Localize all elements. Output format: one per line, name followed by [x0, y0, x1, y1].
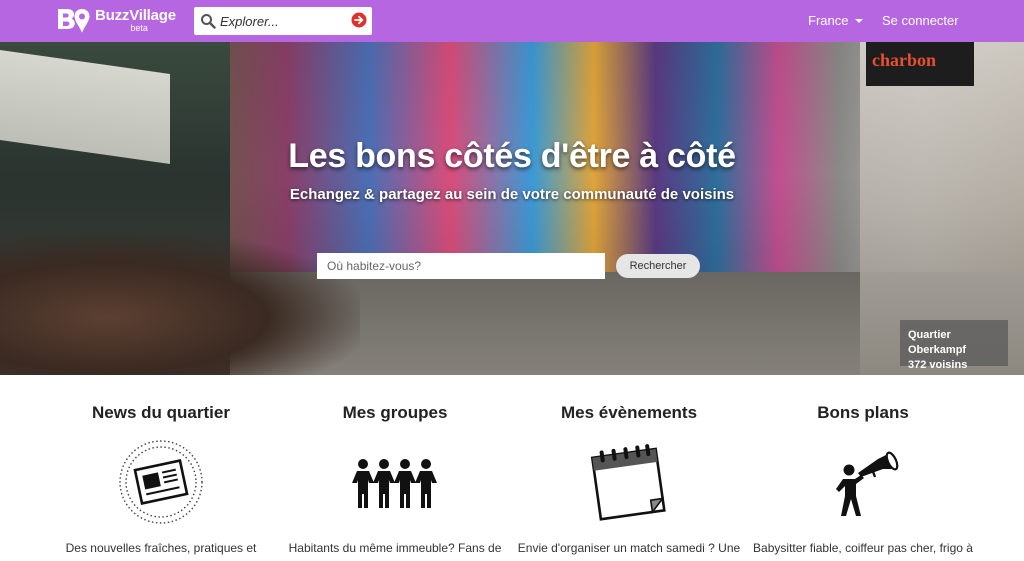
country-label: France — [808, 13, 849, 28]
hero-crowd-backdrop — [0, 232, 360, 375]
feature-deals[interactable]: Bons plans Babysitter fiable, coiffeur p… — [746, 375, 980, 561]
login-link[interactable]: Se connecter — [882, 13, 959, 28]
feature-title: Mes groupes — [342, 403, 448, 422]
hero-shop-sign-text: charbon — [872, 50, 937, 70]
feature-description: Des nouvelles fraîches, pratiques et — [65, 541, 257, 555]
feature-title: Bons plans — [817, 403, 909, 422]
brand-name: BuzzVillage — [95, 7, 176, 24]
feature-description: Babysitter fiable, coiffeur pas cher, fr… — [753, 541, 973, 555]
features-section: News du quartier Des nouvelles fraîches,… — [0, 375, 1024, 561]
feature-groups[interactable]: Mes groupes Habitants du même immeuble? … — [278, 375, 512, 561]
search-address-button[interactable]: Rechercher — [616, 254, 700, 278]
people-chain-icon — [352, 459, 437, 508]
neighborhood-name: Quartier Oberkampf — [908, 329, 967, 356]
megaphone-person-icon — [836, 451, 899, 516]
address-input[interactable] — [317, 253, 605, 279]
feature-title: Mes évènements — [560, 403, 698, 422]
buzzvillage-logo-icon — [58, 9, 90, 33]
hero-banner: charbon Les bons côtés d'être à côté Ech… — [0, 42, 1024, 375]
country-dropdown[interactable]: France — [808, 13, 864, 28]
brand-badge: beta — [130, 23, 148, 33]
hero-title: Les bons côtés d'être à côté — [288, 137, 736, 175]
feature-title: News du quartier — [92, 403, 230, 422]
brand-logo[interactable]: BuzzVillage beta — [56, 7, 176, 35]
explore-search-box[interactable] — [194, 7, 372, 35]
feature-description: Habitants du même immeuble? Fans de — [288, 541, 502, 555]
hero-subtitle: Echangez & partagez au sein de votre com… — [289, 186, 735, 203]
neighbors-count: 372 voisins — [908, 359, 968, 371]
explore-search-input[interactable] — [220, 11, 340, 31]
newspaper-icon — [119, 440, 203, 524]
search-submit-arrow-icon[interactable] — [351, 12, 367, 28]
feature-news[interactable]: News du quartier Des nouvelles fraîches,… — [44, 375, 278, 561]
top-navbar: BuzzVillage beta France Se connecter — [0, 0, 1024, 42]
neighborhood-badge: Quartier Oberkampf 372 voisins — [900, 320, 1008, 371]
feature-events[interactable]: Mes évènements Envie d'organiser un matc… — [512, 375, 746, 561]
brand-text: BuzzVillage beta — [95, 7, 176, 33]
chevron-down-icon — [855, 19, 864, 23]
feature-description: Envie d'organiser un match samedi ? Une — [517, 541, 741, 555]
calendar-icon — [590, 444, 666, 521]
search-icon — [201, 14, 216, 29]
